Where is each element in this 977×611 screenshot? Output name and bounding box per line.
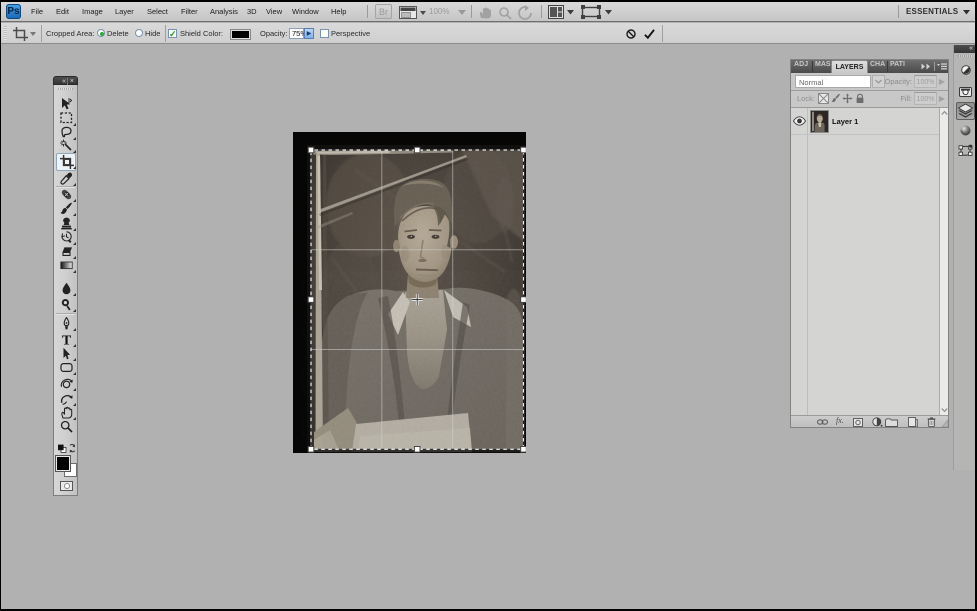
svg-text:T: T (62, 333, 72, 346)
